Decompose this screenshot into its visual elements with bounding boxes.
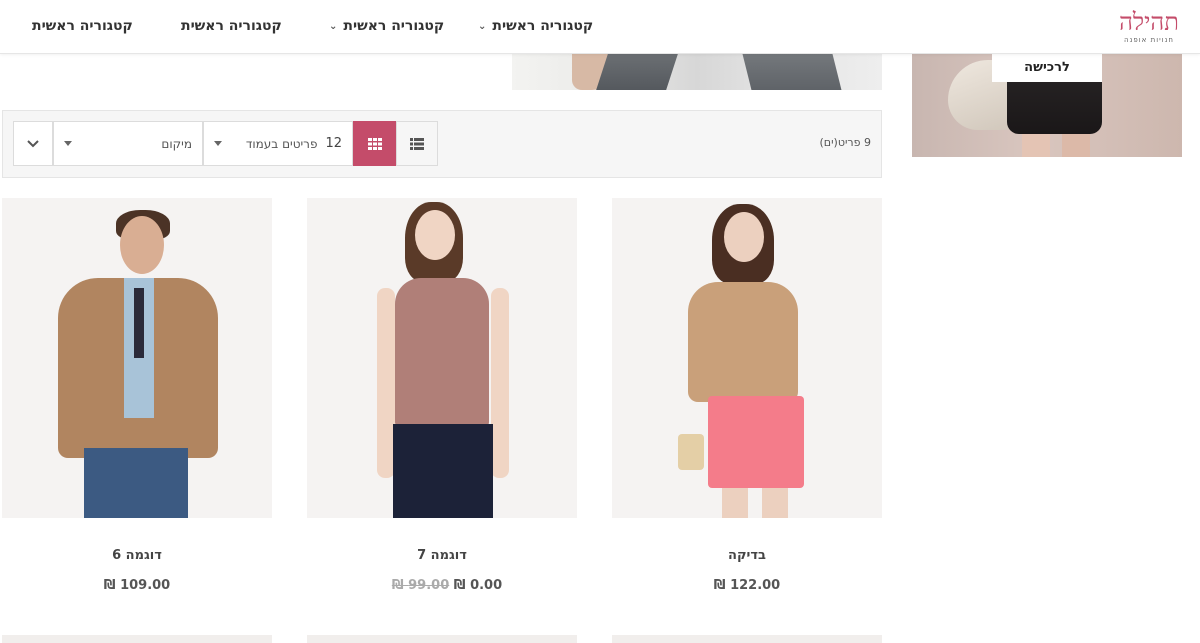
nav-item-3[interactable]: קטגוריה ראשית bbox=[181, 18, 282, 34]
caret-down-icon bbox=[214, 141, 222, 146]
nav-item-2[interactable]: קטגוריה ראשית ⌄ bbox=[329, 18, 444, 34]
nav-item-1[interactable]: קטגוריה ראשית ⌄ bbox=[478, 18, 593, 34]
list-view-icon bbox=[410, 137, 424, 150]
image-detail bbox=[708, 396, 804, 488]
per-page-select[interactable]: 12 פריטים בעמוד bbox=[203, 121, 353, 166]
product-price: 122.00 ₪ bbox=[612, 578, 882, 593]
sort-by-value: מיקום bbox=[161, 136, 192, 151]
image-detail bbox=[120, 216, 164, 274]
nav-item-label: קטגוריה ראשית bbox=[492, 18, 594, 34]
chevron-down-icon bbox=[27, 139, 39, 147]
per-page-label: פריטים בעמוד bbox=[245, 136, 318, 151]
product-card-next-row[interactable] bbox=[2, 635, 272, 643]
category-hero-image bbox=[512, 54, 882, 90]
site-header: תהילה חנויות אופנה קטגוריה ראשית ⌄ קטגור… bbox=[0, 0, 1200, 54]
price-current: 0.00 ₪ bbox=[453, 578, 503, 593]
product-price: 109.00 ₪ bbox=[2, 578, 272, 593]
image-detail bbox=[415, 210, 455, 260]
image-detail bbox=[762, 488, 788, 518]
grid-view-icon bbox=[367, 137, 382, 150]
logo-text: תהילה bbox=[1119, 8, 1179, 36]
product-name[interactable]: דוגמה 6 bbox=[2, 548, 272, 563]
shop-now-button[interactable]: לרכישה bbox=[992, 54, 1102, 82]
product-card[interactable]: דוגמה 6 109.00 ₪ bbox=[2, 198, 272, 593]
logo-tagline: חנויות אופנה bbox=[1124, 36, 1174, 44]
hero-image-detail bbox=[596, 54, 678, 90]
site-logo[interactable]: תהילה חנויות אופנה bbox=[1114, 8, 1184, 50]
product-price: 0.00 ₪ 99.00 ₪ bbox=[307, 578, 577, 593]
image-detail bbox=[491, 288, 509, 478]
image-detail bbox=[395, 278, 489, 428]
image-detail bbox=[84, 448, 188, 518]
price-current: 109.00 ₪ bbox=[103, 578, 171, 593]
nav-item-label: קטגוריה ראשית bbox=[343, 18, 445, 34]
product-card-next-row[interactable] bbox=[612, 635, 882, 643]
caret-down-icon bbox=[64, 141, 72, 146]
nav-item-label: קטגוריה ראשית bbox=[181, 18, 282, 34]
product-card-next-row[interactable] bbox=[307, 635, 577, 643]
image-detail bbox=[134, 288, 144, 358]
image-detail bbox=[393, 424, 493, 518]
list-view-button[interactable] bbox=[396, 121, 438, 166]
product-image[interactable] bbox=[612, 198, 882, 518]
product-toolbar: 9 פריט(ים) 12 פריטים בעמוד מיקום bbox=[2, 110, 882, 178]
hero-image-detail bbox=[742, 54, 842, 90]
sort-by-select[interactable]: מיקום bbox=[53, 121, 203, 166]
image-detail bbox=[678, 434, 704, 470]
price-current: 122.00 ₪ bbox=[713, 578, 781, 593]
nav-item-label: קטגוריה ראשית bbox=[32, 18, 133, 34]
product-name[interactable]: בדיקה bbox=[612, 548, 882, 563]
sidebar-promo-banner[interactable]: לרכישה bbox=[912, 54, 1182, 157]
image-detail bbox=[688, 282, 798, 402]
price-old: 99.00 ₪ bbox=[391, 578, 450, 593]
image-detail bbox=[722, 488, 748, 518]
nav-item-4[interactable]: קטגוריה ראשית bbox=[32, 18, 133, 34]
grid-view-button[interactable] bbox=[353, 121, 396, 166]
product-image[interactable] bbox=[307, 198, 577, 518]
product-card[interactable]: דוגמה 7 0.00 ₪ 99.00 ₪ bbox=[307, 198, 577, 593]
product-name[interactable]: דוגמה 7 bbox=[307, 548, 577, 563]
image-detail bbox=[724, 212, 764, 262]
per-page-value: 12 bbox=[325, 136, 342, 151]
chevron-down-icon: ⌄ bbox=[478, 20, 487, 32]
banner-image-detail bbox=[1062, 134, 1090, 157]
chevron-down-icon: ⌄ bbox=[329, 20, 338, 32]
item-count: 9 פריט(ים) bbox=[819, 136, 871, 149]
banner-image-detail bbox=[1022, 134, 1050, 157]
product-image[interactable] bbox=[2, 198, 272, 518]
sort-direction-button[interactable] bbox=[13, 121, 53, 166]
product-card[interactable]: בדיקה 122.00 ₪ bbox=[612, 198, 882, 593]
